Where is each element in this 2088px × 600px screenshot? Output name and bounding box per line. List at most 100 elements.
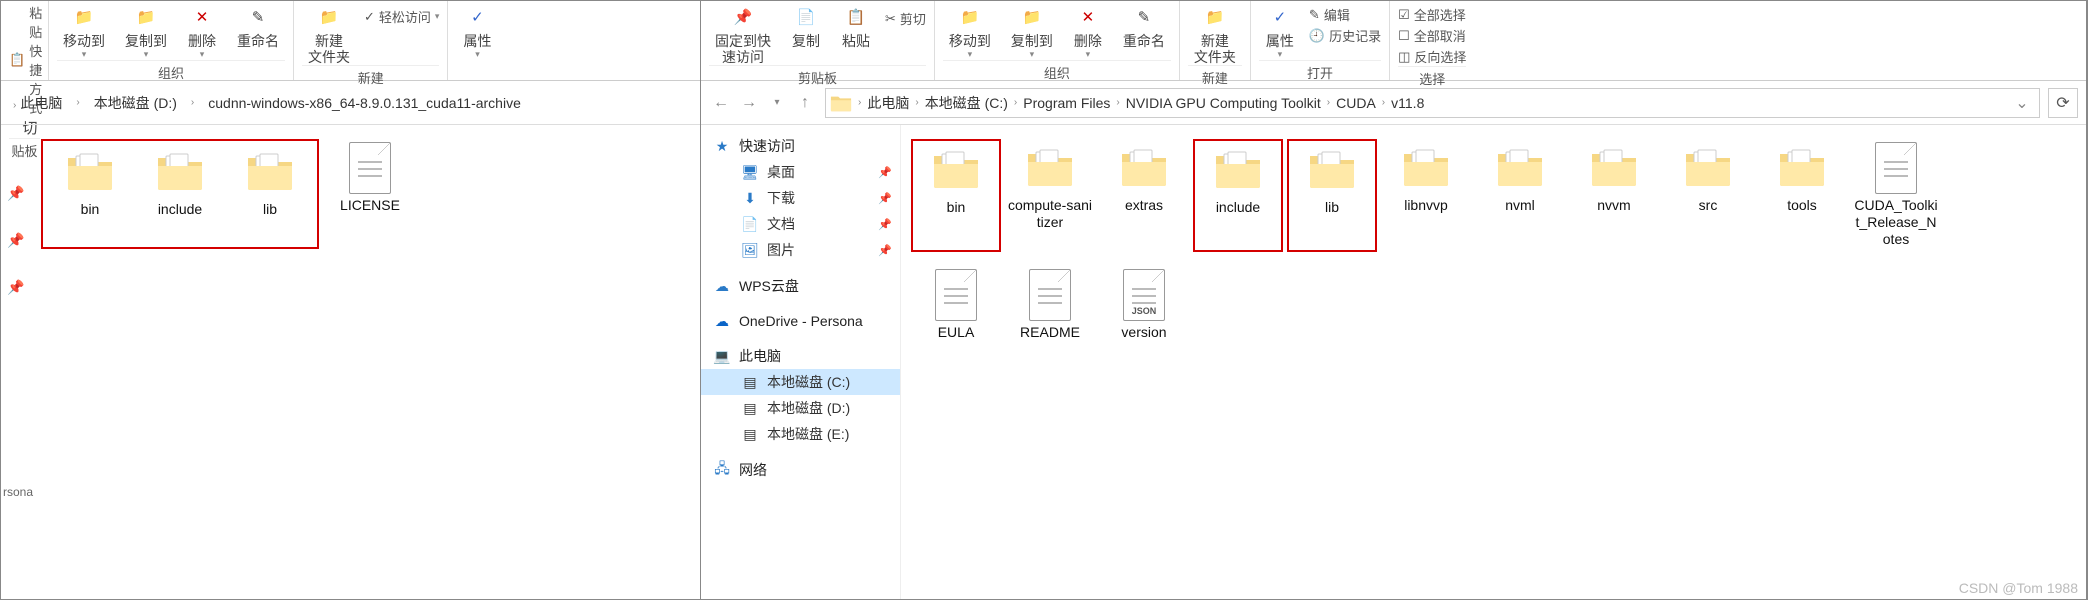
file-icon [349, 142, 391, 194]
new-folder-button[interactable]: 📁新建 文件夹 [1188, 3, 1242, 65]
copy-to-button[interactable]: 📁复制到▾ [1005, 3, 1059, 60]
refresh-button[interactable]: ⟳ [2048, 88, 2078, 118]
folder-item[interactable]: extras [1099, 139, 1189, 252]
nav-drive-e[interactable]: ▤本地磁盘 (E:) [701, 421, 900, 447]
explorer-window-right: 📌固定到快 速访问 📄复制 📋粘贴 ✂剪切 剪贴板 📁移动到▾ 📁复制到▾ ✕删… [701, 1, 2087, 599]
breadcrumb-segment[interactable]: v11.8 [1387, 95, 1428, 111]
breadcrumb-segment[interactable]: 此电脑 [863, 93, 913, 113]
file-icon: JSON [1123, 269, 1165, 321]
breadcrumb-segment[interactable]: NVIDIA GPU Computing Toolkit [1122, 95, 1325, 111]
rename-button[interactable]: ✎重命名 [1117, 3, 1171, 49]
folder-item[interactable]: libnvvp [1381, 139, 1471, 252]
select-all-button[interactable]: ☑全部选择 [1398, 5, 1466, 24]
cloud-icon: ☁ [713, 277, 731, 295]
breadcrumb-segment[interactable]: CUDA [1332, 95, 1380, 111]
properties-button[interactable]: ✓属性▾ [1259, 3, 1301, 60]
nav-onedrive[interactable]: ☁OneDrive - Persona [701, 309, 900, 333]
quick-access-truncated: rsona [1, 485, 33, 499]
folder-item[interactable]: bin [911, 139, 1001, 252]
breadcrumb-segment[interactable]: 本地磁盘 (C:) [921, 93, 1012, 113]
nav-desktop[interactable]: 🖥桌面📌 [701, 159, 900, 185]
pin-icon[interactable]: 📌 [7, 232, 24, 249]
nav-pictures[interactable]: 🖼图片📌 [701, 237, 900, 263]
nav-downloads[interactable]: ⬇下载📌 [701, 185, 900, 211]
file-list[interactable]: bin include lib LICENSE [31, 125, 700, 599]
ribbon: 📋粘贴快捷方式 切 贴板 📁移动到▾ 📁复制到▾ ✕删除▾ ✎重命名 组织 📁新… [1, 1, 700, 81]
address-bar: ← → ▾ ↑ › 此电脑› 本地磁盘 (C:)› Program Files›… [701, 81, 2086, 125]
cut-button[interactable]: ✂剪切 [885, 9, 926, 28]
rename-button[interactable]: ✎重命名 [231, 3, 285, 49]
breadcrumb-segment[interactable]: 此电脑 [9, 93, 66, 113]
address-box[interactable]: › 此电脑› 本地磁盘 (C:)› Program Files› NVIDIA … [825, 88, 2040, 118]
folder-item[interactable]: lib [1287, 139, 1377, 252]
folder-item[interactable]: include [1193, 139, 1283, 252]
back-button[interactable]: ← [709, 91, 733, 115]
chevron-right-icon: › [189, 97, 196, 108]
address-dropdown[interactable]: ⌄ [2009, 93, 2035, 113]
copy-button[interactable]: 📄复制 [785, 3, 827, 49]
nav-drive-c[interactable]: ▤本地磁盘 (C:) [701, 369, 900, 395]
file-item[interactable]: JSONversion [1099, 266, 1189, 345]
folder-item[interactable]: lib [225, 143, 315, 245]
select-none-button[interactable]: ☐全部取消 [1398, 26, 1466, 45]
file-icon [1875, 142, 1917, 194]
forward-button[interactable]: → [737, 91, 761, 115]
explorer-window-left: 📋粘贴快捷方式 切 贴板 📁移动到▾ 📁复制到▾ ✕删除▾ ✎重命名 组织 📁新… [1, 1, 701, 599]
ribbon: 📌固定到快 速访问 📄复制 📋粘贴 ✂剪切 剪贴板 📁移动到▾ 📁复制到▾ ✕删… [701, 1, 2086, 81]
nav-wps[interactable]: ☁WPS云盘 [701, 273, 900, 299]
properties-button[interactable]: ✓属性▾ [456, 3, 498, 60]
folder-item[interactable]: nvvm [1569, 139, 1659, 252]
move-to-button[interactable]: 📁移动到▾ [57, 3, 111, 60]
highlighted-group: bin include lib [41, 139, 319, 249]
delete-button[interactable]: ✕删除▾ [181, 3, 223, 60]
file-item[interactable]: CUDA_Toolkit_Release_Notes [1851, 139, 1941, 252]
left-rail: 📌 📌 📌 rsona [1, 125, 31, 599]
invert-selection-button[interactable]: ◫反向选择 [1398, 47, 1466, 66]
nav-documents[interactable]: 📄文档📌 [701, 211, 900, 237]
paste-button[interactable]: 📋粘贴 [835, 3, 877, 49]
drive-icon: ▤ [741, 425, 759, 443]
pictures-icon: 🖼 [741, 241, 759, 259]
folder-item[interactable]: tools [1757, 139, 1847, 252]
pin-icon[interactable]: 📌 [7, 185, 24, 202]
folder-item[interactable]: nvml [1475, 139, 1565, 252]
pin-icon: 📌 [878, 192, 892, 205]
file-list[interactable]: bincompute-sanitizerextrasincludeliblibn… [901, 125, 2086, 599]
nav-quick-access[interactable]: ★快速访问 [701, 133, 900, 159]
new-folder-button[interactable]: 📁新建 文件夹 [302, 3, 356, 65]
pin-icon: 📌 [878, 166, 892, 179]
nav-network[interactable]: 🖧网络 [701, 457, 900, 483]
breadcrumb-segment[interactable]: 本地磁盘 (D:) [90, 93, 181, 113]
folder-item[interactable]: src [1663, 139, 1753, 252]
navigation-pane[interactable]: ★快速访问 🖥桌面📌 ⬇下载📌 📄文档📌 🖼图片📌 ☁WPS云盘 ☁OneDri… [701, 125, 901, 599]
breadcrumb-segment[interactable]: Program Files [1019, 95, 1114, 111]
recent-dropdown[interactable]: ▾ [765, 91, 789, 115]
edit-button[interactable]: ✎编辑 [1309, 5, 1381, 24]
folder-item[interactable]: include [135, 143, 225, 245]
file-item[interactable]: README [1005, 266, 1095, 345]
pin-quick-access-button[interactable]: 📌固定到快 速访问 [709, 3, 777, 65]
file-item[interactable]: EULA [911, 266, 1001, 345]
network-icon: 🖧 [713, 461, 731, 479]
file-item[interactable]: LICENSE [325, 139, 415, 249]
document-icon: 📄 [741, 215, 759, 233]
history-button[interactable]: 🕘历史记录 [1309, 26, 1381, 45]
pin-icon[interactable]: 📌 [7, 279, 24, 296]
pc-icon: 💻 [713, 347, 731, 365]
desktop-icon: 🖥 [741, 163, 759, 181]
nav-drive-d[interactable]: ▤本地磁盘 (D:) [701, 395, 900, 421]
group-organize-label: 组织 [943, 60, 1171, 82]
watermark-text: CSDN @Tom 1988 [1959, 580, 2078, 596]
pin-icon: 📌 [878, 244, 892, 257]
folder-icon [830, 92, 852, 114]
drive-icon: ▤ [741, 399, 759, 417]
folder-item[interactable]: bin [45, 143, 135, 245]
easy-access-button[interactable]: ✓轻松访问▾ [364, 7, 439, 26]
folder-item[interactable]: compute-sanitizer [1005, 139, 1095, 252]
up-button[interactable]: ↑ [793, 91, 817, 115]
copy-to-button[interactable]: 📁复制到▾ [119, 3, 173, 60]
nav-this-pc[interactable]: 💻此电脑 [701, 343, 900, 369]
delete-button[interactable]: ✕删除▾ [1067, 3, 1109, 60]
breadcrumb-segment[interactable]: cudnn-windows-x86_64-8.9.0.131_cuda11-ar… [204, 95, 525, 111]
move-to-button[interactable]: 📁移动到▾ [943, 3, 997, 60]
